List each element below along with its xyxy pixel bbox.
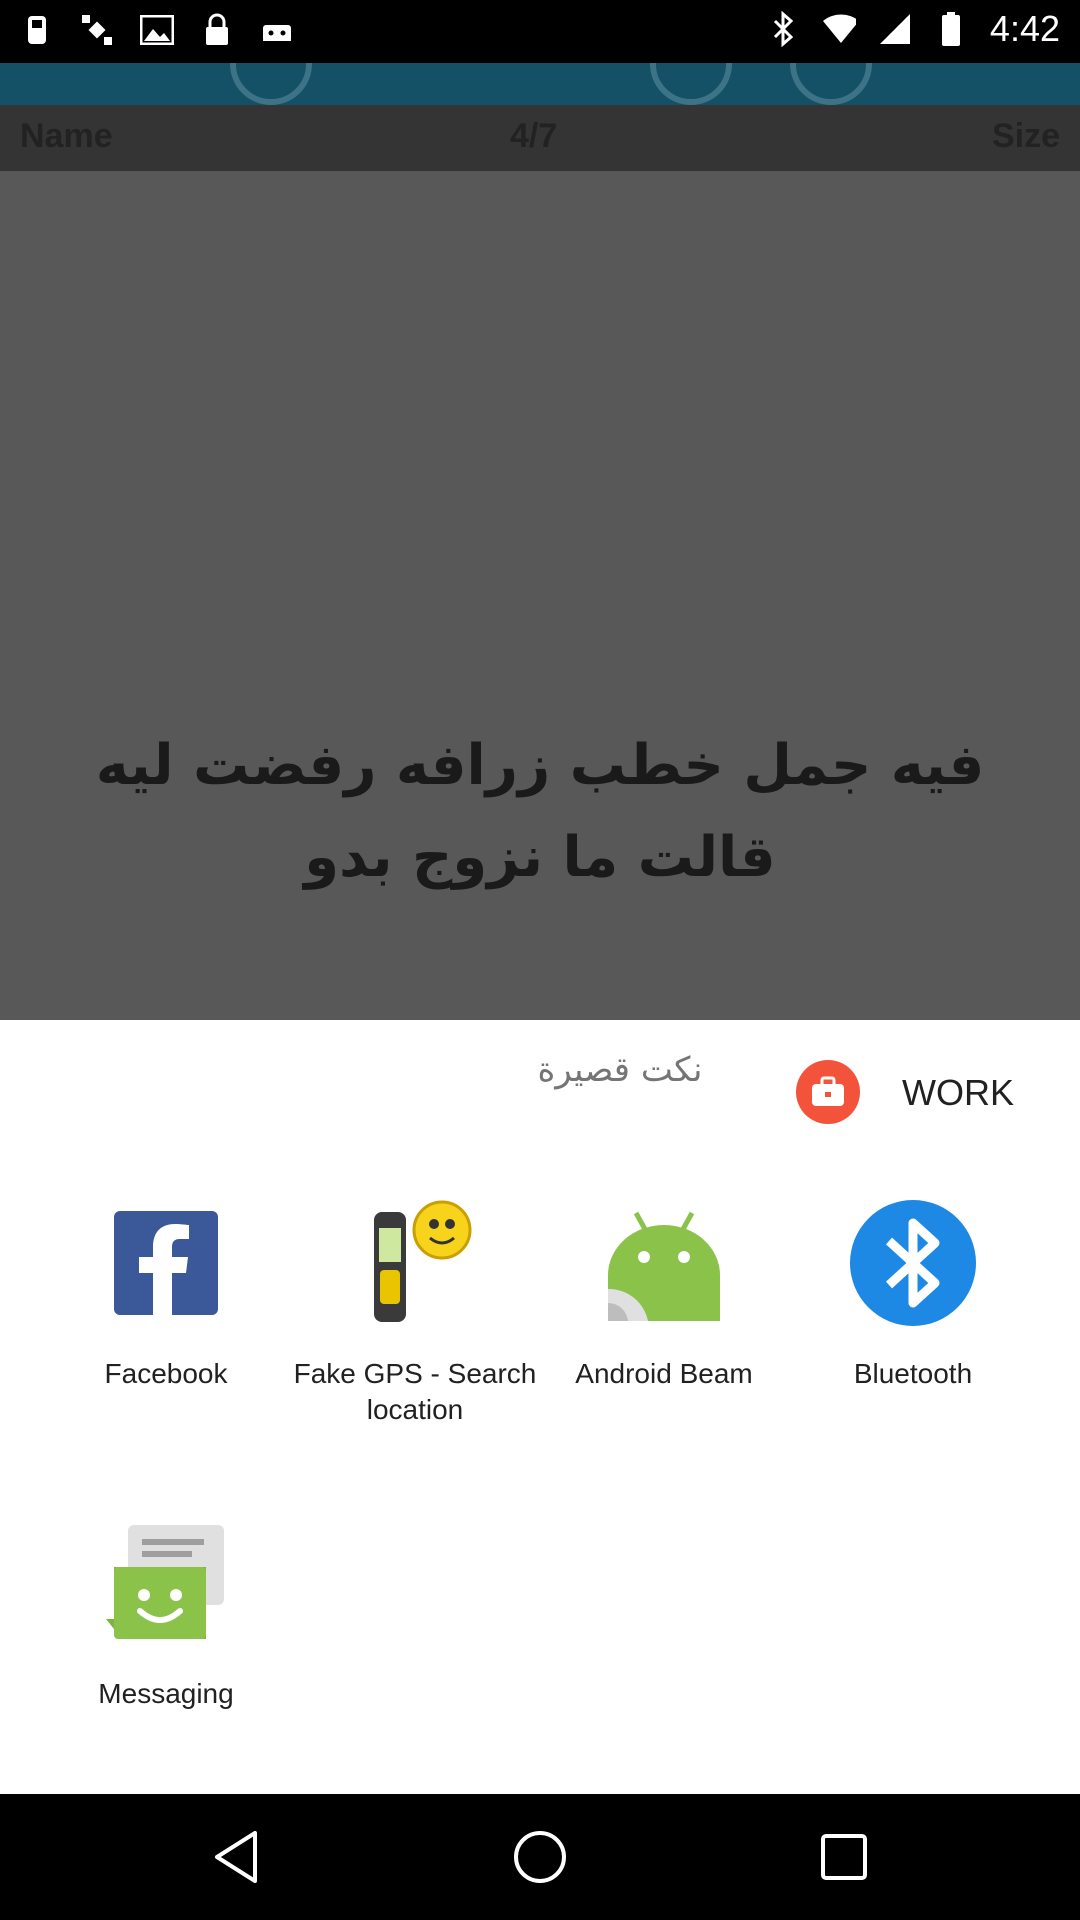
page-counter: 4/7 [510, 117, 558, 155]
share-sheet: نكت قصيرة WORK Facebook Fake GPS - Searc… [0, 1020, 1080, 1794]
fake-gps-icon [350, 1198, 480, 1328]
app-label: Bluetooth [853, 1358, 973, 1389]
home-icon[interactable] [510, 1827, 570, 1887]
toolbar-icon [790, 63, 872, 105]
satellite-icon [80, 10, 114, 50]
image-icon [140, 10, 174, 50]
status-bar: 4:42 [0, 0, 1080, 63]
share-sheet-title: نكت قصيرة [537, 1050, 703, 1090]
back-icon[interactable] [206, 1827, 266, 1887]
clock: 4:42 [989, 8, 1060, 49]
app-label: Facebook [104, 1358, 228, 1389]
background-app-toolbar [0, 63, 1080, 105]
toolbar-icon [230, 63, 312, 105]
app-label: Fake GPS - Search location [293, 1358, 537, 1425]
share-target-messaging[interactable]: Messaging [41, 1518, 291, 1712]
app-label: Android Beam [575, 1358, 753, 1389]
system-icons: 4:42 [766, 8, 1060, 50]
toolbar-icon [650, 63, 732, 105]
share-target-android-beam[interactable]: Android Beam [539, 1198, 789, 1392]
notification-icons [20, 10, 294, 50]
lock-icon [200, 10, 234, 50]
battery-icon [934, 9, 968, 49]
fake-gps-icon [20, 10, 54, 50]
android-icon [260, 10, 294, 50]
recents-icon[interactable] [814, 1827, 874, 1887]
share-target-fake-gps[interactable]: Fake GPS - Search location [290, 1198, 540, 1428]
work-profile-label[interactable]: WORK [902, 1072, 1014, 1114]
background-header-row: Name 4/7 Size [0, 105, 1080, 171]
android-beam-icon [599, 1198, 729, 1328]
messaging-icon [101, 1518, 231, 1648]
navigation-bar [0, 1794, 1080, 1920]
share-target-bluetooth[interactable]: Bluetooth [788, 1198, 1038, 1392]
app-label: Messaging [98, 1678, 234, 1709]
share-target-facebook[interactable]: Facebook [41, 1198, 291, 1392]
signal-icon [878, 9, 912, 49]
name-column-label: Name [20, 117, 113, 155]
facebook-icon [101, 1198, 231, 1328]
wifi-icon [822, 9, 856, 49]
briefcase-icon[interactable] [796, 1060, 860, 1124]
joke-text: فيه جمل خطب زرافه رفضت ليه قالت ما نزوج … [95, 733, 985, 890]
bluetooth-icon [766, 9, 800, 49]
bluetooth-icon [848, 1198, 978, 1328]
size-column-label: Size [991, 117, 1060, 155]
